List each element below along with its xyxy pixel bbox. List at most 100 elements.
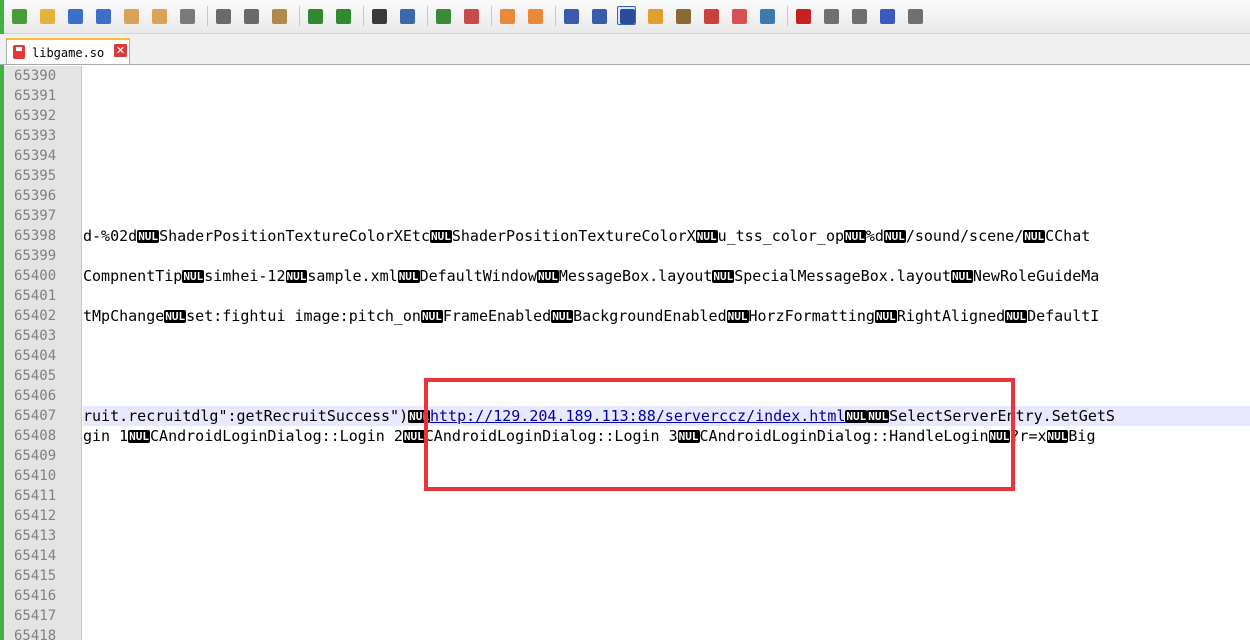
sync-vertical-button[interactable] — [497, 6, 516, 25]
toolbar-separator — [363, 6, 364, 26]
nul-char-marker: NUL — [844, 230, 866, 243]
toolbar — [0, 0, 1250, 34]
code-line[interactable]: d-%02dNULShaderPositionTextureColorXEtcN… — [83, 226, 1090, 247]
code-text: MessageBox.layout — [558, 267, 713, 285]
line-number: 65411 — [14, 488, 57, 504]
code-text: DefaultWindow — [419, 267, 537, 285]
function-list-button[interactable] — [701, 6, 720, 25]
zoom-out-button[interactable] — [461, 6, 480, 25]
editor-pane[interactable]: 65390 65391 65392 65393 65394 65395 65396 65397… — [4, 66, 1250, 640]
copy-icon — [244, 9, 259, 24]
nul-char-marker: NUL — [726, 310, 749, 323]
tab-title: libgame.so — [32, 46, 105, 60]
code-text: set:fightui image:pitch_on — [186, 307, 421, 325]
code-text: CChat — [1045, 227, 1091, 245]
nul-char-marker: NUL — [182, 270, 205, 283]
code-text: CAndroidLoginDialog::Login 2 — [150, 427, 403, 445]
print-button[interactable] — [177, 6, 196, 25]
code-line[interactable]: tMpChangeNULset:fightui image:pitch_onNU… — [83, 306, 1099, 327]
sync-horizontal-icon — [528, 9, 543, 24]
undo-button[interactable] — [305, 6, 324, 25]
save-macro-button[interactable] — [905, 6, 924, 25]
code-text: BackgroundEnabled — [573, 307, 727, 325]
doc-map-button[interactable] — [673, 6, 692, 25]
paste-icon — [272, 9, 287, 24]
nul-char-marker: NUL — [695, 230, 718, 243]
code-text: DefaultI — [1027, 307, 1100, 325]
zoom-in-button[interactable] — [433, 6, 452, 25]
run-macro-multiple-icon — [880, 9, 895, 24]
nul-char-marker: NUL — [874, 310, 897, 323]
open-file-icon — [40, 9, 55, 24]
line-number: 65408 — [14, 428, 57, 444]
code-text: RightAligned — [896, 307, 1006, 325]
cut-button[interactable] — [213, 6, 232, 25]
monitor-button[interactable] — [757, 6, 776, 25]
paste-button[interactable] — [269, 6, 288, 25]
word-wrap-button[interactable] — [561, 6, 580, 25]
user-language-icon — [648, 9, 663, 24]
save-icon — [68, 9, 83, 24]
code-text: /sound/scene/ — [905, 227, 1024, 245]
code-text: NewRoleGuideMa — [972, 267, 1100, 285]
nul-char-marker: NUL — [137, 230, 160, 243]
replace-icon — [400, 9, 415, 24]
nul-char-marker: NUL — [397, 270, 420, 283]
sync-horizontal-button[interactable] — [525, 6, 544, 25]
indent-guide-button[interactable] — [617, 6, 636, 25]
stop-macro-button[interactable] — [821, 6, 840, 25]
show-all-chars-icon — [592, 9, 607, 24]
close-button[interactable] — [121, 6, 140, 25]
toolbar-separator — [491, 6, 492, 26]
copy-button[interactable] — [241, 6, 260, 25]
code-text: FrameEnabled — [442, 307, 552, 325]
zoom-in-icon — [436, 9, 451, 24]
line-number: 65406 — [14, 388, 57, 404]
close-all-button[interactable] — [149, 6, 168, 25]
record-macro-button[interactable] — [793, 6, 812, 25]
line-number: 65409 — [14, 448, 57, 464]
line-number: 65401 — [14, 288, 57, 304]
redo-icon — [336, 9, 351, 24]
code-text: ruit.recruitdlg":getRecruitSuccess") — [83, 407, 409, 425]
cut-icon — [216, 9, 231, 24]
toolbar-separator — [299, 6, 300, 26]
line-number: 65416 — [14, 588, 57, 604]
line-number: 65413 — [14, 528, 57, 544]
nul-char-marker: NUL — [712, 270, 735, 283]
open-file-button[interactable] — [37, 6, 56, 25]
user-language-button[interactable] — [645, 6, 664, 25]
redo-button[interactable] — [333, 6, 352, 25]
replace-button[interactable] — [397, 6, 416, 25]
nul-char-marker: NUL — [1046, 430, 1069, 443]
save-all-button[interactable] — [93, 6, 112, 25]
run-macro-multiple-button[interactable] — [877, 6, 896, 25]
line-number: 65398 — [14, 228, 57, 244]
code-text: ShaderPositionTextureColorX — [451, 227, 696, 245]
line-number: 65399 — [14, 248, 57, 264]
save-button[interactable] — [65, 6, 84, 25]
find-button[interactable] — [369, 6, 388, 25]
file-tab[interactable]: libgame.so ✕ — [6, 38, 130, 64]
code-text: simhei-12 — [204, 267, 286, 285]
play-macro-button[interactable] — [849, 6, 868, 25]
nul-char-marker: NUL — [128, 430, 151, 443]
print-icon — [180, 9, 195, 24]
line-number: 65405 — [14, 368, 57, 384]
save-all-icon — [96, 9, 111, 24]
folder-workspace-button[interactable] — [729, 6, 748, 25]
line-number: 65410 — [14, 468, 57, 484]
nul-char-marker: NUL — [1023, 230, 1046, 243]
nul-char-marker: NUL — [402, 430, 425, 443]
sync-vertical-icon — [500, 9, 515, 24]
line-number: 65407 — [14, 408, 57, 424]
show-all-chars-button[interactable] — [589, 6, 608, 25]
code-line[interactable]: CompnentTipNULsimhei-12NULsample.xmlNULD… — [83, 266, 1099, 287]
nul-char-marker: NUL — [883, 230, 906, 243]
code-text: sample.xml — [307, 267, 398, 285]
new-file-button[interactable] — [9, 6, 28, 25]
line-number-gutter: 65390 65391 65392 65393 65394 65395 65396 65397… — [4, 66, 82, 640]
tab-close-icon[interactable]: ✕ — [114, 44, 127, 57]
toolbar-separator — [555, 6, 556, 26]
code-text: %d — [865, 227, 884, 245]
